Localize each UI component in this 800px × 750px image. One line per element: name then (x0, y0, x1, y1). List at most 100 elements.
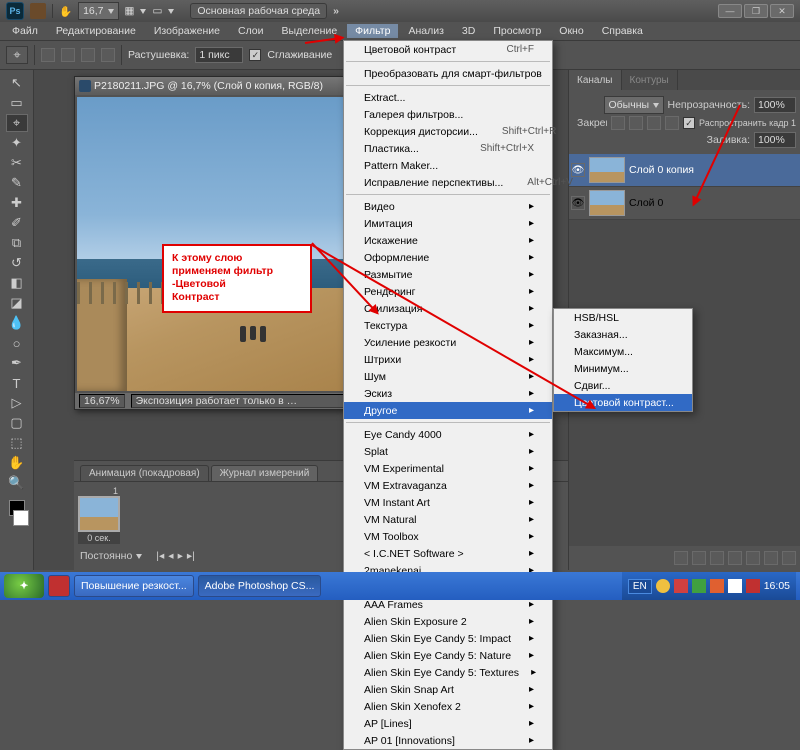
menuitem[interactable]: Alien Skin Snap Art (344, 681, 552, 698)
layer-row[interactable]: 👁Слой 0 (569, 187, 800, 220)
menuitem[interactable]: Сдвиг... (554, 377, 692, 394)
menu-filter[interactable]: Цветовой контрастCtrl+F Преобразовать для… (343, 40, 553, 750)
task-opera[interactable]: Повышение резкост... (74, 575, 194, 597)
menuitem[interactable]: HSB/HSL (554, 309, 692, 326)
lock-all-icon[interactable] (665, 116, 679, 130)
new-layer-icon[interactable] (764, 551, 778, 565)
sel-sub-icon[interactable] (81, 48, 95, 62)
menu-фильтр[interactable]: Фильтр (347, 24, 398, 38)
bridge-icon[interactable] (30, 3, 46, 19)
first-frame-button[interactable]: |◂ (156, 550, 164, 562)
sel-new-icon[interactable] (41, 48, 55, 62)
menu-файл[interactable]: Файл (4, 24, 46, 38)
next-frame-button[interactable]: ▸| (187, 550, 195, 562)
lock-pixels-icon[interactable] (629, 116, 643, 130)
tray-icon[interactable] (674, 579, 688, 593)
menuitem[interactable]: Максимум... (554, 343, 692, 360)
zoom-tool[interactable]: 🔍 (6, 474, 28, 492)
opacity-input[interactable] (754, 97, 796, 113)
menuitem[interactable]: Extract... (344, 89, 552, 106)
frame-time[interactable]: 0 сек. (78, 532, 120, 544)
tray-icon[interactable] (710, 579, 724, 593)
start-button[interactable]: ✦ (4, 574, 44, 598)
menuitem[interactable]: Заказная... (554, 326, 692, 343)
clock[interactable]: 16:05 (764, 580, 790, 592)
trash-icon[interactable] (782, 551, 796, 565)
language-selector[interactable]: EN (628, 579, 652, 594)
tray-icon[interactable] (692, 579, 706, 593)
path-tool[interactable]: ▷ (6, 394, 28, 412)
view-icon[interactable]: ▦ (125, 5, 135, 17)
menuitem[interactable]: Alien Skin Eye Candy 5: Textures (344, 664, 552, 681)
tab-paths[interactable]: Контуры (622, 70, 678, 90)
fill-input[interactable] (754, 132, 796, 148)
zoom-select[interactable]: 16,7 (78, 2, 118, 20)
menu-редактирование[interactable]: Редактирование (48, 24, 144, 38)
menuitem[interactable]: Искажение (344, 232, 552, 249)
menuitem[interactable]: VM Experimental (344, 460, 552, 477)
menuitem[interactable]: VM Toolbox (344, 528, 552, 545)
link-layers-icon[interactable] (674, 551, 688, 565)
workspace-button[interactable]: Основная рабочая среда (190, 3, 327, 19)
menu-анализ[interactable]: Анализ (400, 24, 451, 38)
stamp-tool[interactable]: ⧉ (6, 234, 28, 252)
hand-icon[interactable]: ✋ (59, 5, 72, 18)
expand-icon[interactable]: » (333, 5, 339, 17)
menuitem[interactable]: AP [Lines] (344, 715, 552, 732)
menuitem[interactable]: Усиление резкости (344, 334, 552, 351)
menuitem[interactable]: < I.C.NET Software > (344, 545, 552, 562)
fx-icon[interactable] (692, 551, 706, 565)
menuitem[interactable]: Alien Skin Eye Candy 5: Nature (344, 647, 552, 664)
maximize-button[interactable]: ❐ (744, 4, 768, 18)
menuitem[interactable]: Alien Skin Exposure 2 (344, 613, 552, 630)
layer-row[interactable]: 👁Слой 0 копия (569, 154, 800, 187)
lock-pos-icon[interactable] (647, 116, 661, 130)
sel-add-icon[interactable] (61, 48, 75, 62)
type-tool[interactable]: T (6, 374, 28, 392)
document-window[interactable]: P2180211.JPG @ 16,7% (Слой 0 копия, RGB/… (74, 76, 374, 410)
menuitem[interactable]: Alien Skin Xenofex 2 (344, 698, 552, 715)
brush-tool[interactable]: ✐ (6, 214, 28, 232)
menuitem[interactable]: Преобразовать для смарт-фильтров (344, 65, 552, 82)
menuitem[interactable]: Цветовой контрастCtrl+F (344, 41, 552, 58)
menuitem[interactable]: Галерея фильтров... (344, 106, 552, 123)
menuitem[interactable]: Оформление (344, 249, 552, 266)
menuitem[interactable]: Eye Candy 4000 (344, 426, 552, 443)
menuitem[interactable]: VM Natural (344, 511, 552, 528)
menuitem[interactable]: Видео (344, 198, 552, 215)
prev-frame-button[interactable]: ◂ (168, 550, 173, 562)
visibility-icon[interactable]: 👁 (571, 163, 585, 177)
menuitem[interactable]: Пластика...Shift+Ctrl+X (344, 140, 552, 157)
3d-tool[interactable]: ⬚ (6, 434, 28, 452)
loop-select[interactable]: Постоянно (80, 550, 132, 562)
dodge-tool[interactable]: ○ (6, 334, 28, 352)
adj-layer-icon[interactable] (728, 551, 742, 565)
screen-mode-icon[interactable]: ▭ (152, 5, 162, 17)
close-button[interactable]: ✕ (770, 4, 794, 18)
menu-окно[interactable]: Окно (551, 24, 591, 38)
shape-tool[interactable]: ▢ (6, 414, 28, 432)
tray-avira-icon[interactable] (746, 579, 760, 593)
menuitem[interactable]: Имитация (344, 215, 552, 232)
lasso-tool[interactable]: ⌖ (6, 114, 28, 132)
menu-просмотр[interactable]: Просмотр (485, 24, 549, 38)
wand-tool[interactable]: ✦ (6, 134, 28, 152)
menuitem[interactable]: Текстура (344, 317, 552, 334)
propagate-check[interactable]: ✓ (683, 117, 695, 129)
frame-thumb[interactable]: 1 0 сек. (78, 486, 120, 544)
blend-mode-select[interactable]: Обычные (604, 96, 664, 114)
antialias-checkbox[interactable]: ✓ (249, 49, 261, 61)
eraser-tool[interactable]: ◧ (6, 274, 28, 292)
menu-слои[interactable]: Слои (230, 24, 272, 38)
crop-tool[interactable]: ✂ (6, 154, 28, 172)
menuitem[interactable]: Эскиз (344, 385, 552, 402)
tray-icon[interactable] (656, 579, 670, 593)
eyedropper-tool[interactable]: ✎ (6, 174, 28, 192)
menuitem[interactable]: Splat (344, 443, 552, 460)
lasso-tool-icon[interactable]: ⌖ (6, 46, 28, 64)
gradient-tool[interactable]: ◪ (6, 294, 28, 312)
menuitem[interactable]: Pattern Maker... (344, 157, 552, 174)
marquee-tool[interactable]: ▭ (6, 94, 28, 112)
document-title[interactable]: P2180211.JPG @ 16,7% (Слой 0 копия, RGB/… (75, 77, 373, 95)
menu-изображение[interactable]: Изображение (146, 24, 228, 38)
